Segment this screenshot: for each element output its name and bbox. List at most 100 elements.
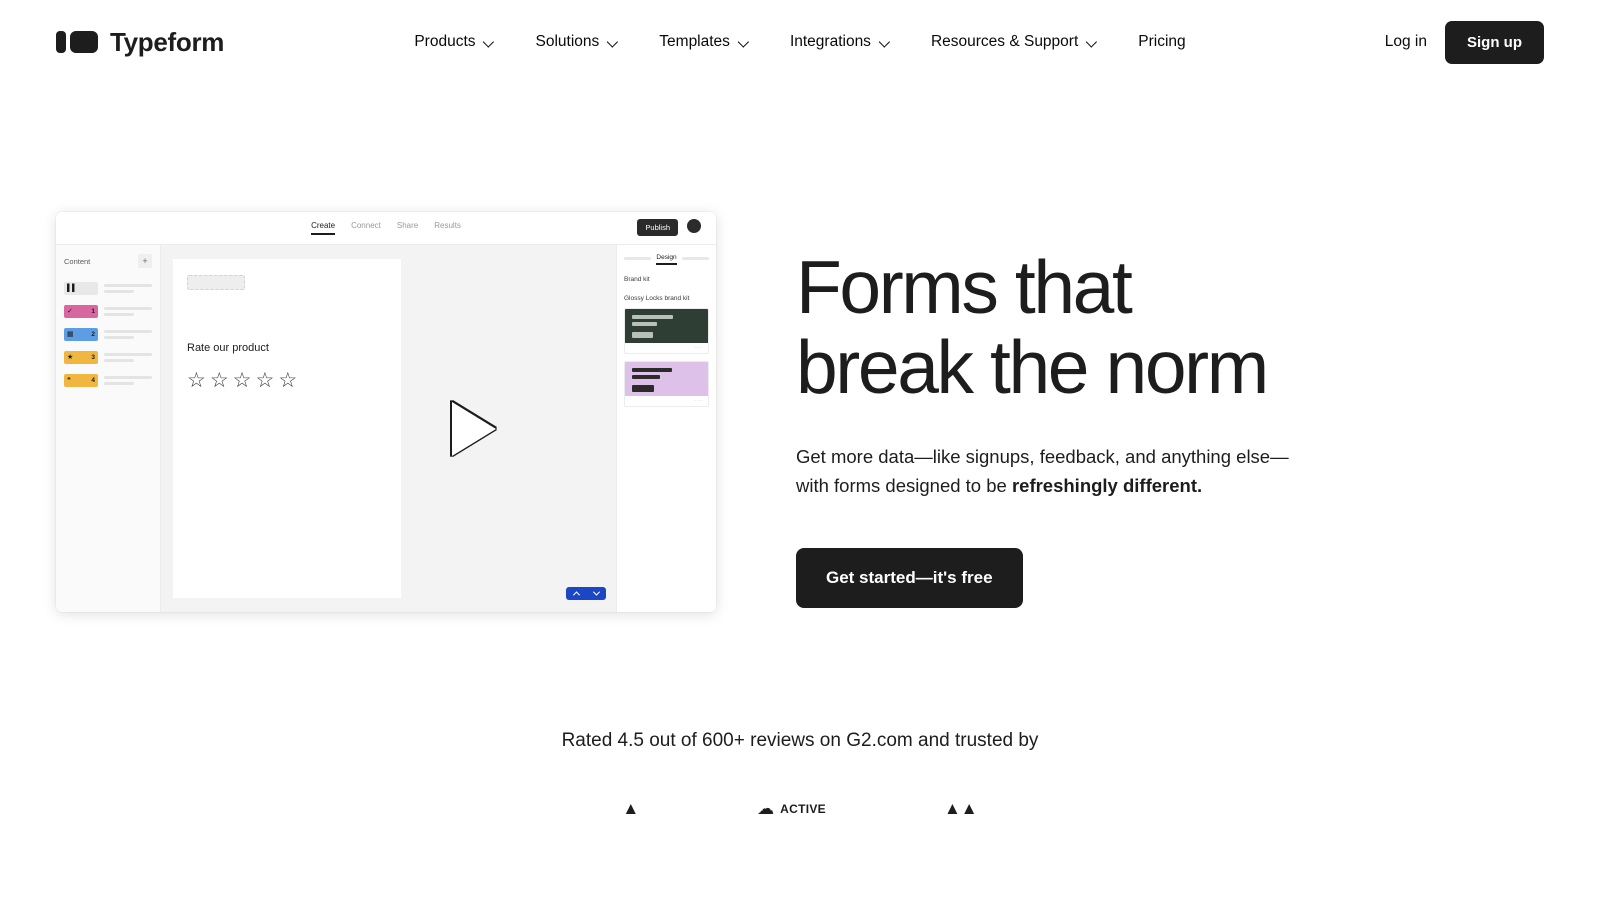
mockup-tabs: Create Connect Share Results [311,221,461,235]
mockup-sidebar: Content + ▌▌ ✓ 1 ▦ 2 ★ 3 ❝ 4 [56,245,161,612]
signup-button[interactable]: Sign up [1445,20,1544,64]
chevron-down-icon [739,37,750,48]
media-placeholder[interactable] [187,275,245,290]
hero-subtitle: Get more data—like signups, feedback, an… [796,443,1296,500]
question-text: Rate our product [187,342,269,354]
login-link[interactable]: Log in [1385,33,1427,51]
theme-preview [625,309,708,343]
mockup-tab-share[interactable]: Share [397,221,418,235]
nav-item-products[interactable]: Products [414,33,495,51]
site-header: Typeform Products Solutions Templates In… [0,0,1600,84]
play-cursor-icon [452,401,497,456]
question-chip: ❝ 4 [64,374,98,387]
product-mockup: Create Connect Share Results Publish Con… [56,212,716,612]
star-rating[interactable]: ☆ ☆ ☆ ☆ ☆ [187,370,387,391]
nav-item-resources-support[interactable]: Resources & Support [931,33,1098,51]
customer-logo: ▲▲ [944,800,978,817]
chevron-down-icon [485,37,496,48]
sidebar-header: Content + [64,254,152,268]
star-icon[interactable]: ☆ [233,370,252,391]
sidebar-title: Content [64,256,91,266]
social-proof-section: Rated 4.5 out of 600+ reviews on G2.com … [0,730,1600,830]
hero-copy: Forms that break the norm Get more data—… [796,212,1544,609]
check-icon: ✓ [67,308,73,315]
customer-logo-label: ACTIVE [780,801,826,816]
mockup-tab-create[interactable]: Create [311,221,336,235]
theme-card[interactable]: ··· [624,308,709,354]
chevron-down-icon [880,37,891,48]
design-panel: Design Brand kit Glossy Locks brand kit … [616,245,716,612]
nav-label: Products [414,33,476,50]
main-navigation: Products Solutions Templates Integration… [414,33,1185,51]
page-title: Forms that break the norm [796,245,1544,407]
list-item[interactable]: ▦ 2 [64,328,152,341]
star-icon[interactable]: ☆ [255,370,274,391]
list-item[interactable]: ❝ 4 [64,374,152,387]
nav-item-pricing[interactable]: Pricing [1138,33,1185,51]
quote-icon: ❝ [67,377,71,384]
customer-logo-active: ☁ ACTIVE [757,800,826,817]
list-item[interactable]: ★ 3 [64,351,152,364]
mockup-body: Content + ▌▌ ✓ 1 ▦ 2 ★ 3 ❝ 4 Rate our pr… [56,245,716,612]
hero-subtitle-bold: refreshingly different. [1011,474,1203,496]
nav-label: Resources & Support [930,33,1079,50]
question-editor-card: Rate our product ☆ ☆ ☆ ☆ ☆ [173,259,401,598]
theme-preview [625,362,708,396]
nav-label: Solutions [535,33,600,50]
question-chip: ✓ 1 [64,305,98,318]
tab-placeholder [624,257,652,260]
get-started-button[interactable]: Get started—it's free [796,548,1023,609]
customer-logos: ▲ ☁ ACTIVE ▲▲ [0,800,1600,830]
question-chip: ▌▌ [64,282,98,295]
list-item[interactable]: ✓ 1 [64,305,152,318]
add-question-button[interactable]: + [138,254,152,268]
question-chip: ▦ 2 [64,328,98,341]
star-icon[interactable]: ☆ [187,370,206,391]
theme-card-footer: ··· [625,396,708,406]
double-triangle-logo-icon: ▲▲ [943,800,978,818]
nav-label: Integrations [789,33,871,50]
nav-label: Pricing [1138,33,1186,50]
preview-pane [401,245,617,612]
brand-logo[interactable]: Typeform [56,27,224,58]
more-options-icon[interactable]: ··· [694,398,703,404]
tab-design[interactable]: Design [656,254,677,265]
chevron-down-icon [608,37,619,48]
mockup-tab-connect[interactable]: Connect [351,221,381,235]
typeform-logo-icon [56,31,98,53]
nav-item-templates[interactable]: Templates [659,33,750,51]
chevron-down-icon[interactable] [586,587,606,600]
chevron-up-icon[interactable] [566,587,586,600]
mockup-canvas: Rate our product ☆ ☆ ☆ ☆ ☆ [161,245,616,612]
nav-label: Templates [659,33,730,50]
list-item-lines [104,376,152,385]
chevron-down-icon [1087,37,1098,48]
mockup-tab-results[interactable]: Results [434,221,461,235]
star-icon[interactable]: ☆ [278,370,297,391]
theme-card[interactable]: ··· [624,361,709,407]
more-options-icon[interactable]: ··· [694,345,703,351]
list-item-lines [104,330,152,339]
star-icon[interactable]: ☆ [210,370,229,391]
mockup-topbar: Create Connect Share Results Publish [56,212,716,245]
brand-kit-name: Glossy Locks brand kit [624,295,690,302]
list-item[interactable]: ▌▌ [64,282,152,295]
list-item-lines [104,353,152,362]
brand-name: Typeform [110,26,225,57]
publish-button[interactable]: Publish [637,219,678,236]
media-icon: ▌▌ [67,285,77,292]
list-item-lines [104,307,152,316]
customer-logo: ▲ [622,800,639,817]
list-item-lines [104,284,152,293]
avatar[interactable] [687,219,701,233]
nav-item-integrations[interactable]: Integrations [790,33,891,51]
star-icon: ★ [67,354,74,361]
triangle-logo-icon: ▲ [622,800,640,818]
hero-title-line-1: Forms that [796,245,1133,329]
theme-card-footer: ··· [625,343,708,353]
hero-section: Create Connect Share Results Publish Con… [0,84,1600,612]
brand-kit-label: Brand kit [624,276,650,283]
question-chip: ★ 3 [64,351,98,364]
nav-item-solutions[interactable]: Solutions [536,33,620,51]
rating-text: Rated 4.5 out of 600+ reviews on G2.com … [561,730,1039,751]
